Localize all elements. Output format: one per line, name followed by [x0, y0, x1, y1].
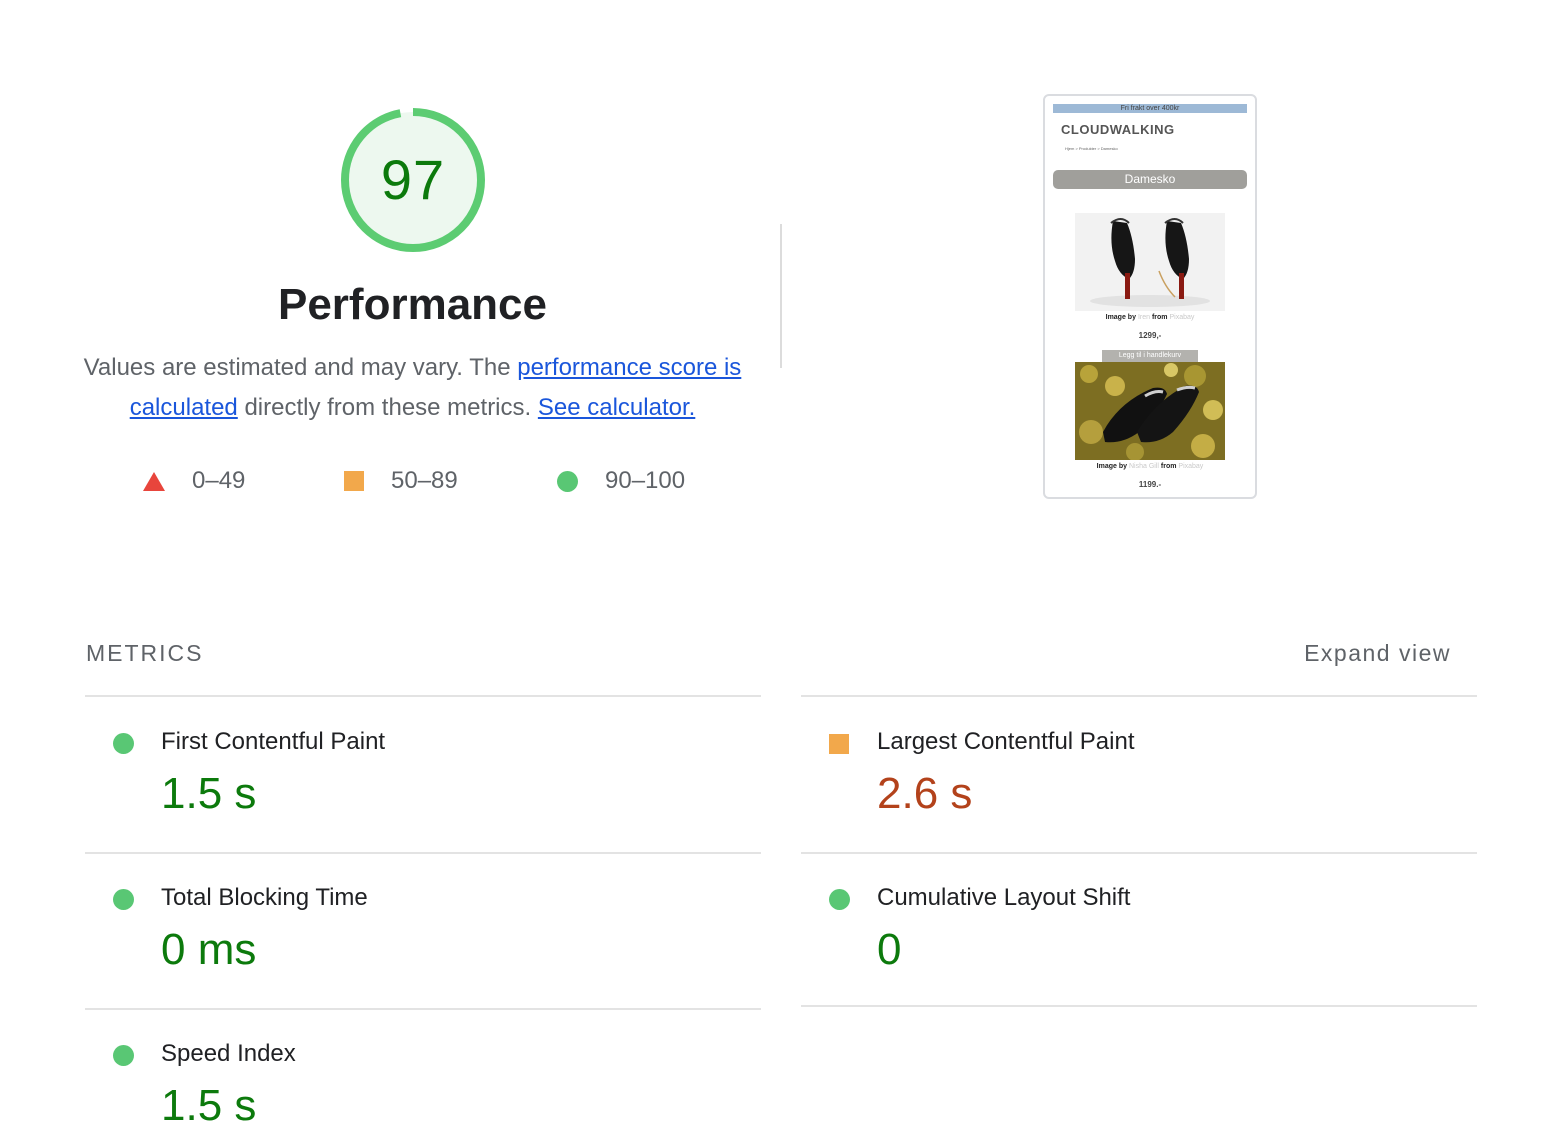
legend-average: 50–89 — [344, 464, 458, 498]
metric-label: First Contentful Paint — [161, 728, 386, 755]
metrics-heading: METRICS — [86, 640, 204, 666]
metric-label: Largest Contentful Paint — [877, 728, 1135, 755]
score-value: 97 — [380, 148, 446, 211]
lighthouse-report: 97 Performance Values are estimated and … — [0, 0, 1568, 1144]
metric-speed-index: Speed Index 1.5 s — [85, 1009, 761, 1144]
performance-score-gauge[interactable]: 97 — [333, 100, 493, 260]
triangle-icon — [143, 471, 165, 491]
category-title: Performance — [277, 280, 547, 329]
description-text-2: directly from these metrics. — [237, 394, 538, 421]
metric-label: Total Blocking Time — [161, 884, 368, 911]
legend-range: 0–49 — [192, 467, 246, 494]
pass-circle-icon — [113, 733, 134, 754]
description-text: Values are estimated and may vary. The — [83, 354, 518, 381]
thumb-add-to-cart-button: Legg til i handlekurv — [1102, 350, 1198, 362]
metric-value: 0 ms — [161, 925, 257, 974]
credit-mid: from — [1151, 314, 1168, 321]
pass-circle-icon — [113, 1045, 134, 1066]
credit-site: Pixabay — [1169, 314, 1195, 321]
thumb-shipping-banner: Fri frakt over 400kr — [1053, 104, 1247, 113]
final-screenshot[interactable]: Fri frakt over 400kr CLOUDWALKING Hjem >… — [1043, 94, 1257, 499]
vertical-divider — [780, 224, 782, 368]
metric-cumulative-layout-shift: Cumulative Layout Shift 0 — [801, 853, 1477, 1003]
metric-value: 0 — [877, 925, 902, 974]
thumb-breadcrumb: Hjem > Produkter > Damesko — [1065, 146, 1118, 151]
pass-circle-icon — [113, 889, 134, 910]
square-icon — [344, 471, 364, 491]
legend-range: 90–100 — [605, 467, 686, 494]
metric-largest-contentful-paint: Largest Contentful Paint 2.6 s — [801, 697, 1477, 847]
thumb-price-1: 1299,- — [1138, 331, 1162, 340]
thumb-price-2: 1199.- — [1138, 480, 1162, 489]
average-square-icon — [829, 734, 849, 754]
metric-value: 2.6 s — [877, 769, 973, 818]
credit-site: Pixabay — [1178, 463, 1204, 470]
thumb-category-bar: Damesko — [1053, 170, 1247, 189]
metric-value: 1.5 s — [161, 1081, 257, 1130]
credit-mid: from — [1160, 463, 1177, 470]
credit-author: Iren — [1137, 314, 1150, 321]
thumb-product-image-1 — [1075, 213, 1225, 311]
circle-icon — [557, 470, 578, 492]
metric-value: 1.5 s — [161, 769, 257, 818]
credit-prefix: Image by — [1096, 463, 1128, 470]
pass-circle-icon — [829, 889, 850, 910]
thumb-product-image-2 — [1075, 362, 1225, 460]
metrics-divider — [801, 1005, 1477, 1007]
thumb-credit-1: Image by Iren from Pixabay — [1045, 314, 1255, 321]
metric-total-blocking-time: Total Blocking Time 0 ms — [85, 853, 761, 1003]
legend-fail: 0–49 — [143, 464, 245, 498]
legend-range: 50–89 — [391, 467, 458, 494]
metric-first-contentful-paint: First Contentful Paint 1.5 s — [85, 697, 761, 847]
credit-author: Nisha Gill — [1128, 463, 1159, 470]
see-calculator-link[interactable]: See calculator. — [538, 394, 695, 421]
thumb-credit-2: Image by Nisha Gill from Pixabay — [1045, 463, 1255, 470]
credit-prefix: Image by — [1105, 314, 1136, 321]
expand-view-toggle[interactable]: Expand view — [1304, 640, 1451, 667]
metric-label: Speed Index — [161, 1040, 296, 1067]
legend-pass: 90–100 — [557, 464, 685, 498]
thumb-logo: CLOUDWALKING — [1061, 122, 1175, 137]
metric-label: Cumulative Layout Shift — [877, 884, 1131, 911]
score-description: Values are estimated and may vary. The p… — [80, 348, 745, 428]
